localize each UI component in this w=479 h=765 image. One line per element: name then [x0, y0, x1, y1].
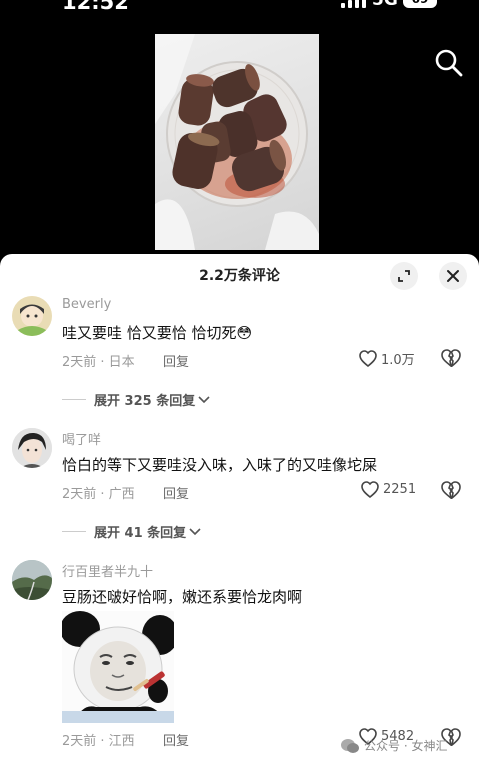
expand-icon	[398, 270, 410, 282]
video-player[interactable]	[0, 14, 479, 254]
divider	[62, 531, 86, 532]
close-button[interactable]	[439, 262, 467, 290]
reply-button[interactable]: 回复	[163, 730, 189, 749]
avatar[interactable]	[12, 560, 52, 600]
watermark: 公众号 · 女神汇	[340, 737, 447, 754]
comment-text: 恰白的等下又要哇没入味，入味了的又哇像坨屎	[62, 456, 378, 474]
chevron-down-icon	[189, 527, 201, 535]
divider	[62, 399, 86, 400]
watermark-text: 公众号 · 女神汇	[364, 739, 448, 753]
heart-icon	[361, 481, 379, 498]
comment-meta: 2天前 · 江西	[62, 734, 135, 749]
dislike-button[interactable]	[441, 481, 461, 503]
food-image	[155, 34, 319, 250]
comment-username[interactable]: 喝了咩	[62, 429, 101, 448]
reply-button[interactable]: 回复	[163, 483, 189, 502]
expand-replies-label: 展开 325 条回复	[94, 394, 196, 409]
search-icon	[435, 49, 463, 77]
broken-heart-icon	[441, 481, 461, 500]
broken-heart-icon	[441, 349, 461, 368]
like-count: 2251	[383, 482, 417, 497]
comment-text: 豆肠还啵好恰啊，嫩还系要恰龙肉啊	[62, 588, 303, 606]
expand-replies-button[interactable]: 展开 41 条回复	[62, 522, 201, 541]
avatar[interactable]	[12, 428, 52, 468]
heart-icon	[359, 350, 377, 367]
expand-replies-label: 展开 41 条回复	[94, 526, 187, 541]
like-count: 1.0万	[381, 353, 415, 368]
battery-icon: 69	[403, 0, 437, 8]
search-button[interactable]	[432, 46, 466, 80]
network-label: 5G	[372, 0, 398, 10]
dislike-button[interactable]	[441, 349, 461, 371]
comment-username[interactable]: Beverly	[62, 297, 111, 312]
like-button[interactable]: 2251	[361, 481, 416, 498]
comment-meta: 2天前 · 广西	[62, 487, 135, 502]
fullscreen-button[interactable]	[390, 262, 418, 290]
close-icon	[447, 270, 459, 282]
meme-image[interactable]	[62, 611, 174, 723]
status-time: 12:52	[62, 0, 129, 14]
chevron-down-icon	[198, 395, 210, 403]
avatar[interactable]	[12, 296, 52, 336]
wechat-icon	[341, 738, 359, 753]
comment-meta: 2天前 · 日本	[62, 355, 135, 370]
signal-icon	[341, 0, 366, 8]
like-button[interactable]: 1.0万	[359, 349, 415, 368]
status-bar: 12:52 5G 69	[0, 0, 479, 14]
comments-panel: 2.2万条评论 Beverly 哇又要哇 恰又要恰 恰切死😳 2天前 · 日本 …	[0, 254, 479, 765]
comment-text: 哇又要哇 恰又要恰 恰切死😳	[62, 324, 253, 342]
reply-button[interactable]: 回复	[163, 351, 189, 370]
expand-replies-button[interactable]: 展开 325 条回复	[62, 390, 210, 409]
comment-username[interactable]: 行百里者半九十	[62, 561, 153, 580]
